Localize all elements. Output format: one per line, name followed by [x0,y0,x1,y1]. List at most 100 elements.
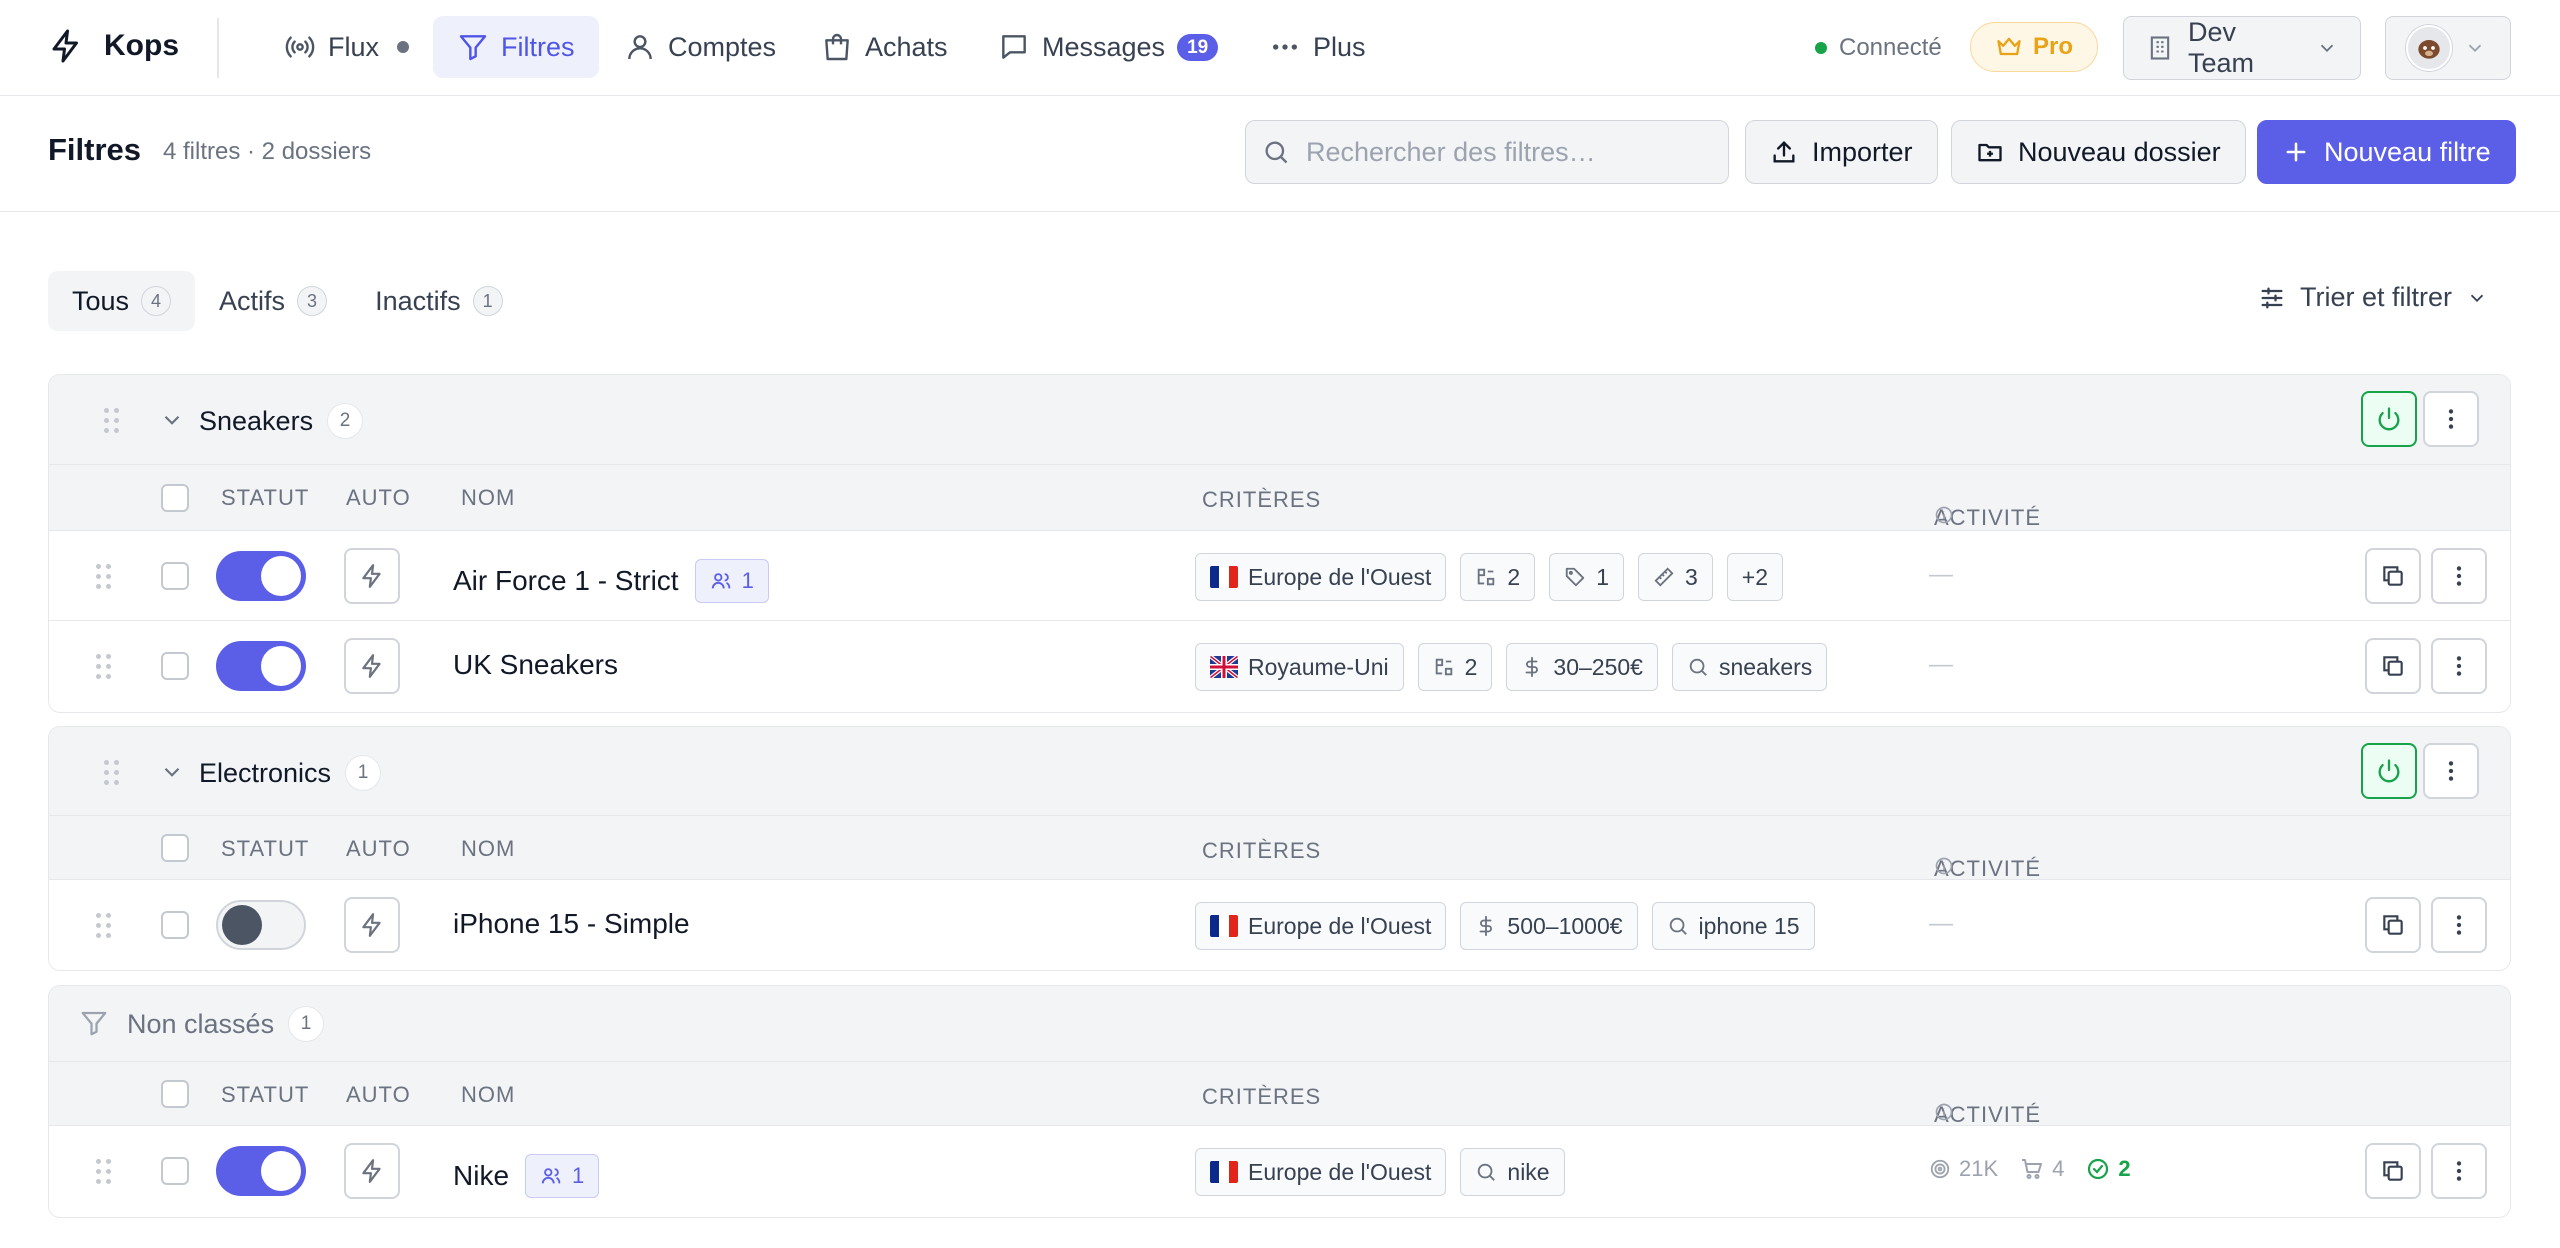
status-toggle[interactable] [216,1146,306,1196]
criteria-chip-region[interactable]: Europe de l'Ouest [1195,1148,1447,1196]
select-all-checkbox[interactable] [161,834,189,862]
auto-button[interactable] [344,1143,400,1199]
drag-handle-icon[interactable] [104,408,119,433]
nav-item-filtres[interactable]: Filtres [433,16,599,78]
tab-actifs[interactable]: Actifs 3 [195,271,351,331]
row-checkbox[interactable] [161,911,189,939]
bolt-icon [359,653,385,679]
search-box[interactable] [1245,120,1729,184]
table-row[interactable]: Nike 1 Europe de l'Ouest nike 21K 4 2 [49,1126,2510,1216]
target-icon [1929,1158,1951,1180]
duplicate-button[interactable] [2365,1143,2421,1199]
column-criteria: CRITÈRES [1202,838,1322,863]
row-checkbox[interactable] [161,562,189,590]
brand[interactable]: Kops [48,26,179,66]
table-row[interactable]: UK Sneakers Royaume-Uni 2 30–250€ sneake… [49,621,2510,711]
new-filter-button[interactable]: Nouveau filtre [2257,120,2516,184]
plus-icon [2282,138,2310,166]
nav-item-comptes[interactable]: Comptes [600,16,800,78]
chevron-down-icon[interactable] [159,759,185,785]
criteria-chip-region[interactable]: Europe de l'Ouest [1195,553,1447,601]
nav-item-label: Comptes [668,31,777,62]
status-toggle[interactable] [216,551,306,601]
activity-stats: 21K 4 2 [1929,1156,2131,1182]
search-input[interactable] [1306,136,1706,168]
nav-item-plus[interactable]: Plus [1245,16,1390,78]
column-auto: AUTO [346,485,411,510]
status-toggle[interactable] [216,641,306,691]
row-more-button[interactable] [2431,638,2487,694]
drag-handle-icon[interactable] [104,760,119,785]
row-checkbox[interactable] [161,1157,189,1185]
duplicate-button[interactable] [2365,897,2421,953]
criteria-chip-price[interactable]: 500–1000€ [1460,902,1638,950]
more-vertical-icon [2446,912,2472,938]
folder-power-button[interactable] [2361,743,2417,799]
flag-fr-icon [1210,566,1238,588]
new-folder-button[interactable]: Nouveau dossier [1951,120,2246,184]
select-all-checkbox[interactable] [161,484,189,512]
user-menu[interactable] [2385,16,2511,80]
folder-count: 2 [327,403,364,439]
select-all-checkbox[interactable] [161,1080,189,1108]
criteria-chip-more[interactable]: +2 [1726,553,1784,601]
shared-users-badge[interactable]: 1 [694,559,769,603]
row-checkbox[interactable] [161,652,189,680]
status-dot [1815,42,1827,54]
sort-filter-button[interactable]: Trier et filtrer [2258,282,2488,313]
folder-power-button[interactable] [2361,391,2417,447]
drag-handle-icon[interactable] [96,564,111,589]
criteria-chip-keyword[interactable]: nike [1460,1148,1565,1196]
criteria-chip-price[interactable]: 30–250€ [1506,643,1658,691]
criteria-chip-category[interactable]: 2 [1417,643,1493,691]
auto-button[interactable] [344,638,400,694]
bolt-icon [359,1158,385,1184]
shared-users-badge[interactable]: 1 [525,1154,600,1198]
chevron-down-icon[interactable] [159,407,185,433]
auto-button[interactable] [344,897,400,953]
criteria-list: Europe de l'Ouest 500–1000€ iphone 15 [1195,902,1815,950]
new-folder-label: Nouveau dossier [2018,136,2221,167]
nav-item-flux[interactable]: Flux [260,16,433,78]
table-row[interactable]: iPhone 15 - Simple Europe de l'Ouest 500… [49,880,2510,970]
table-row[interactable]: Air Force 1 - Strict 1 Europe de l'Ouest… [49,531,2510,621]
duplicate-button[interactable] [2365,638,2421,694]
criteria-chip-category[interactable]: 2 [1460,553,1536,601]
folder-group-sneakers: Sneakers 2 STATUT AUTO NOM CRITÈRES ACTI… [48,374,2511,713]
nav-item-messages[interactable]: Messages 19 [974,16,1242,78]
auto-button[interactable] [344,548,400,604]
pro-badge[interactable]: Pro [1970,22,2098,72]
table-header: STATUT AUTO NOM CRITÈRES ACTIVITÉ (7 J) [49,1062,2510,1153]
info-icon[interactable] [1934,856,1954,876]
row-more-button[interactable] [2431,897,2487,953]
criteria-chip-size[interactable]: 3 [1638,553,1713,601]
nav-item-label: Plus [1313,31,1366,62]
cart-icon [2020,1157,2044,1181]
drag-handle-icon[interactable] [96,654,111,679]
filter-name-text: Air Force 1 - Strict [453,565,679,596]
team-selector[interactable]: Dev Team [2123,16,2361,80]
success-count: 2 [2118,1156,2131,1181]
carts-count: 4 [2052,1156,2065,1181]
info-icon[interactable] [1934,1102,1954,1122]
row-more-button[interactable] [2431,548,2487,604]
criteria-chip-keyword[interactable]: iphone 15 [1651,902,1815,950]
search-icon [1687,656,1709,678]
criteria-chip-region[interactable]: Europe de l'Ouest [1195,902,1447,950]
criteria-text: 1 [1596,563,1609,590]
drag-handle-icon[interactable] [96,1159,111,1184]
duplicate-button[interactable] [2365,548,2421,604]
folder-more-button[interactable] [2423,391,2479,447]
criteria-chip-keyword[interactable]: sneakers [1671,643,1828,691]
drag-handle-icon[interactable] [96,913,111,938]
info-icon[interactable] [1934,505,1954,525]
nav-item-achats[interactable]: Achats [797,16,972,78]
tab-tous[interactable]: Tous 4 [48,271,196,331]
criteria-chip-region[interactable]: Royaume-Uni [1195,643,1404,691]
tab-inactifs[interactable]: Inactifs 1 [351,271,527,331]
row-more-button[interactable] [2431,1143,2487,1199]
criteria-chip-tag[interactable]: 1 [1549,553,1624,601]
import-button[interactable]: Importer [1745,120,1938,184]
folder-more-button[interactable] [2423,743,2479,799]
status-toggle[interactable] [216,900,306,950]
